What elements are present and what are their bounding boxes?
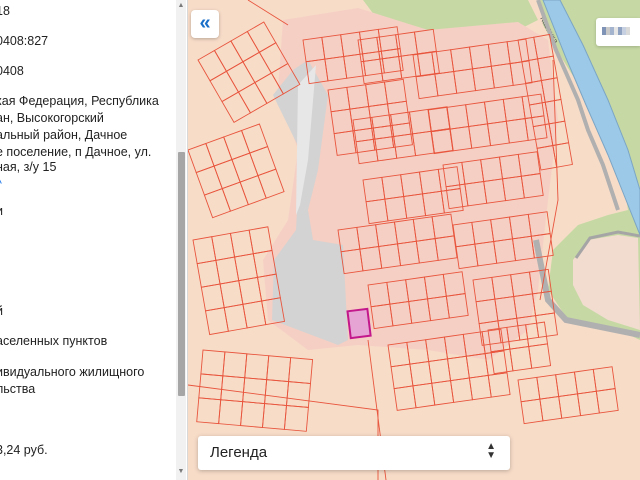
parcel	[468, 374, 492, 401]
parcel-boundary	[247, 0, 289, 26]
parcel	[240, 401, 266, 428]
parcel	[576, 390, 600, 417]
parcel	[188, 142, 215, 174]
parcel	[592, 366, 616, 392]
scroll-down-icon[interactable]: ▼	[177, 468, 185, 476]
parcel	[213, 40, 244, 72]
parcel	[487, 372, 511, 398]
info-line: 0408:827	[0, 34, 49, 48]
parcel	[205, 136, 233, 167]
parcel	[283, 404, 309, 432]
double-chevron-left-icon: «	[199, 12, 211, 34]
parcel	[409, 360, 433, 387]
info-line: аселенных пунктов	[0, 334, 108, 348]
info-line: кая Федерация, Республика	[0, 94, 159, 108]
parcel	[536, 374, 560, 400]
collapse-panel-button[interactable]: «	[191, 10, 219, 38]
info-line: ан, Высокогорский	[0, 111, 104, 125]
parcel	[595, 388, 619, 414]
parcel	[573, 368, 597, 395]
info-panel-scrollbar[interactable]: ▲ ▼	[176, 0, 186, 480]
info-line: льства	[0, 382, 36, 396]
parcel	[223, 129, 251, 161]
parcel	[218, 399, 244, 427]
parcel	[242, 51, 272, 84]
parcel	[266, 355, 292, 383]
parcel	[248, 226, 273, 255]
info-line[interactable]: ^	[0, 176, 2, 193]
parcel	[225, 61, 256, 93]
parcel	[213, 158, 241, 190]
parcel	[195, 165, 223, 196]
parcel	[412, 382, 436, 409]
parcel	[257, 168, 285, 199]
scroll-up-icon[interactable]: ▲	[177, 2, 185, 10]
parcel	[209, 70, 240, 103]
scrollbar-thumb[interactable]	[178, 152, 185, 396]
cadastral-map[interactable]: Казанка	[188, 0, 640, 480]
info-line: 3,24 руб.	[0, 443, 48, 457]
parcel	[203, 188, 232, 219]
parcel	[431, 380, 455, 406]
parcel	[197, 49, 228, 82]
parcel	[558, 393, 582, 419]
parcel	[285, 381, 311, 408]
parcel	[509, 345, 533, 372]
parcel	[539, 395, 563, 422]
parcel	[220, 375, 246, 403]
parcel	[196, 397, 222, 425]
map-canvas[interactable]: Казанка	[188, 0, 640, 480]
info-line: ная, з/у 15	[0, 160, 57, 174]
parcel	[244, 353, 270, 381]
info-line: ивидуального жилищного	[0, 365, 145, 379]
parcel	[393, 385, 417, 411]
parcel	[261, 403, 287, 430]
info-panel: 18 0408:827 0408 кая Федерация, Республика а…	[0, 0, 188, 480]
info-line: й	[0, 303, 3, 320]
parcel	[242, 377, 268, 405]
parcel	[249, 145, 277, 177]
parcel	[246, 21, 277, 53]
parcel	[231, 152, 259, 183]
parcel	[221, 181, 249, 212]
parcel	[222, 351, 248, 379]
parcel	[446, 355, 470, 382]
legend-dropdown[interactable]: Легенда ▲ ▼	[198, 436, 510, 470]
info-line: 18	[0, 4, 10, 18]
parcel	[528, 343, 552, 369]
parcel	[288, 357, 314, 384]
parcel	[239, 175, 267, 206]
map-widget-badge[interactable]	[596, 18, 640, 46]
parcel	[221, 91, 252, 123]
parcel	[555, 371, 579, 398]
info-line: альный район, Дачное	[0, 128, 128, 142]
parcel	[428, 358, 452, 384]
parcel	[230, 30, 260, 63]
selected-parcel[interactable]	[346, 307, 372, 340]
parcel	[450, 377, 473, 403]
parcel	[237, 81, 268, 114]
info-line: 0408	[0, 64, 24, 78]
parcel	[200, 349, 226, 377]
legend-label: Легенда	[210, 444, 268, 461]
info-line: и	[0, 203, 3, 220]
parcel	[390, 363, 414, 390]
parcel	[240, 123, 269, 154]
parcel	[517, 376, 541, 403]
parcel	[520, 398, 544, 425]
parcel	[264, 379, 290, 406]
chevron-updown-icon: ▲ ▼	[486, 441, 496, 461]
